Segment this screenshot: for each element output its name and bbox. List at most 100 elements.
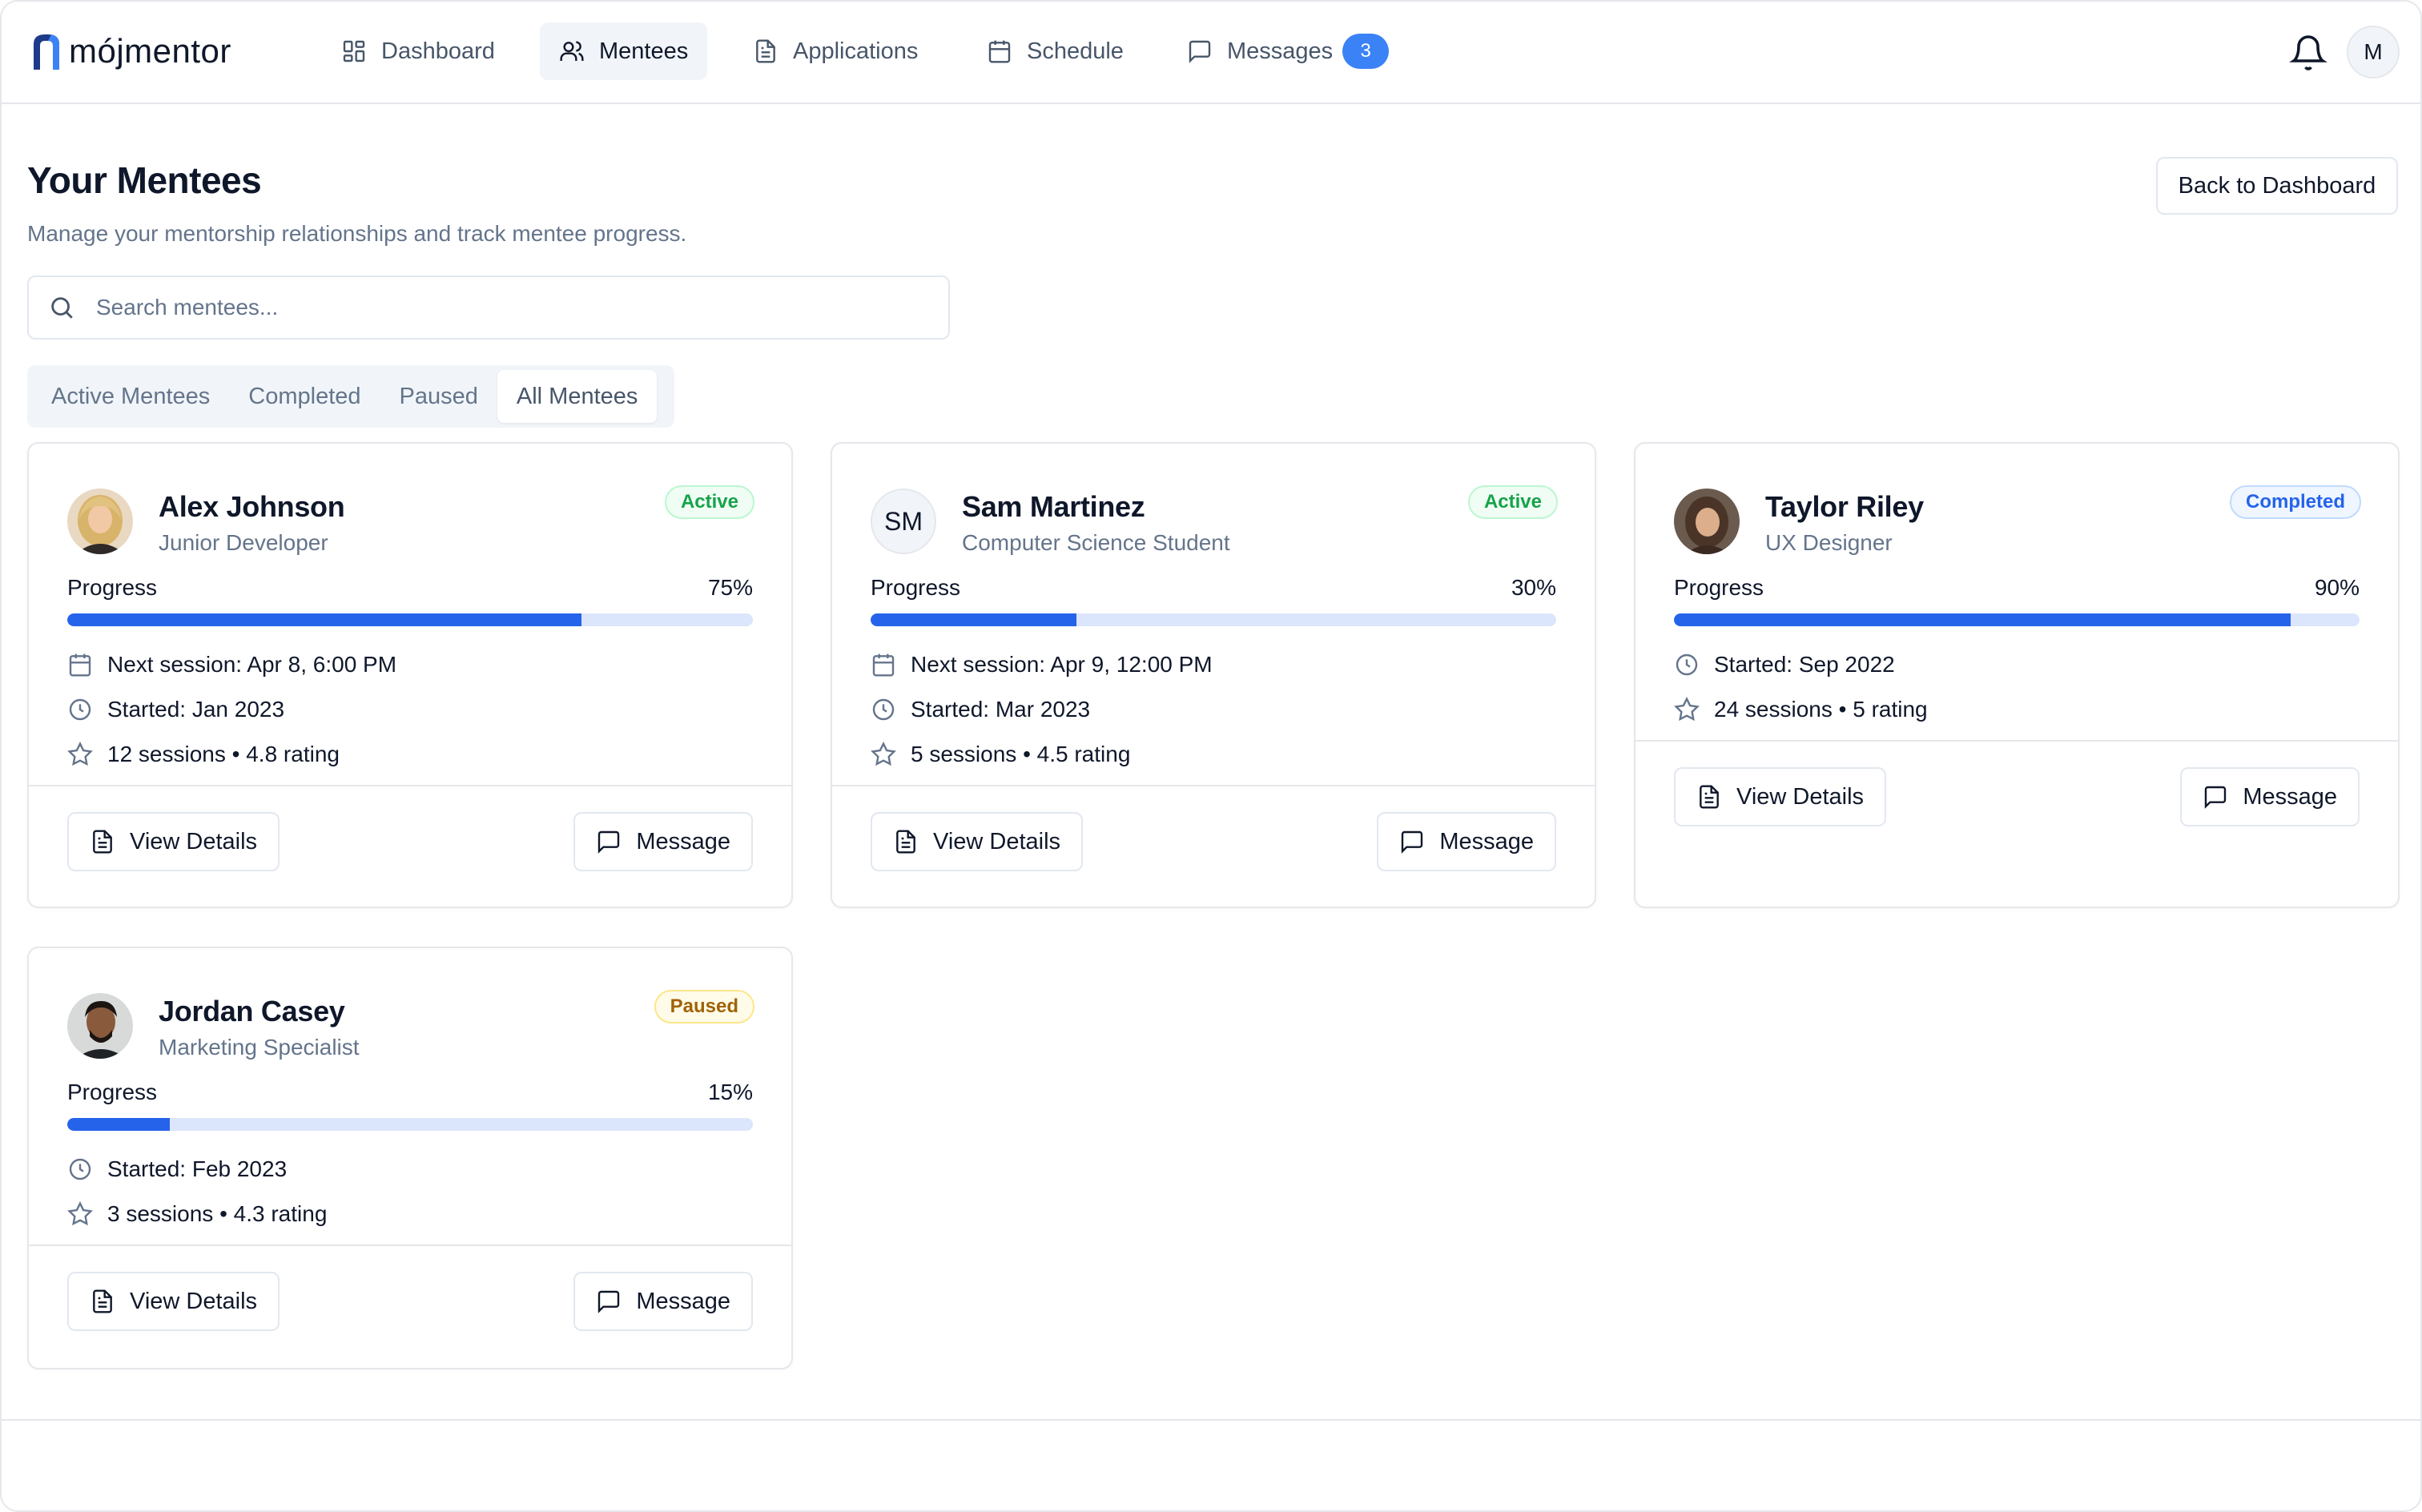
card-divider [29, 1245, 791, 1246]
message-label: Message [1439, 828, 1534, 855]
tab-all-mentees[interactable]: All Mentees [497, 370, 658, 423]
progress-row: Progress 90% [1674, 575, 2360, 601]
dashboard-icon [343, 40, 365, 62]
mentee-card: SM Sam Martinez Computer Science Student… [831, 442, 1596, 908]
brand-logo[interactable]: mójmentor [30, 29, 231, 74]
mentee-filter-tabs: Active Mentees Completed Paused All Ment… [27, 365, 674, 428]
next-session: Next session: Apr 9, 12:00 PM [871, 652, 1213, 678]
message-icon [598, 830, 620, 854]
next-session: Next session: Apr 8, 6:00 PM [67, 652, 396, 678]
view-details-button[interactable]: View Details [67, 812, 280, 871]
message-button[interactable]: Message [1377, 812, 1556, 871]
message-icon [1189, 40, 1211, 63]
nav-dashboard[interactable]: Dashboard [322, 22, 514, 80]
view-details-label: View Details [933, 828, 1061, 855]
back-to-dashboard-button[interactable]: Back to Dashboard [2156, 157, 2398, 215]
tab-active-mentees[interactable]: Active Mentees [32, 370, 229, 423]
progress-value: 30% [1511, 575, 1556, 600]
message-button[interactable]: Message [573, 1272, 753, 1331]
start-date: Started: Mar 2023 [871, 697, 1090, 722]
status-badge: Completed [2229, 485, 2361, 519]
next-session-text: Next session: Apr 8, 6:00 PM [107, 652, 397, 677]
nav-applications[interactable]: Applications [734, 22, 937, 80]
message-button[interactable]: Message [2180, 767, 2360, 826]
mentee-header: SM Sam Martinez Computer Science Student [871, 489, 1230, 556]
page-title: Your Mentees [27, 159, 262, 201]
tab-paused[interactable]: Paused [380, 370, 497, 423]
start-date: Started: Jan 2023 [67, 697, 284, 722]
mentee-header: Taylor Riley UX Designer [1674, 489, 1924, 556]
clock-icon [69, 698, 91, 721]
mentee-name: Alex Johnson [159, 490, 345, 523]
sessions-rating-text: 5 sessions • 4.5 rating [911, 742, 1131, 766]
footer-divider [2, 1419, 2420, 1421]
message-label: Message [636, 1288, 730, 1314]
unread-messages-badge: 3 [1342, 34, 1390, 69]
progress-bar [871, 613, 1556, 626]
clock-icon [69, 1158, 91, 1180]
message-button[interactable]: Message [573, 812, 753, 871]
sessions-rating-text: 3 sessions • 4.3 rating [107, 1201, 328, 1226]
start-date-text: Started: Jan 2023 [107, 697, 285, 722]
nav-label: Mentees [599, 38, 689, 64]
nav-label: Messages [1227, 38, 1334, 64]
document-icon [1700, 785, 1719, 809]
view-details-label: View Details [130, 1288, 258, 1314]
view-details-button[interactable]: View Details [871, 812, 1084, 871]
bell-icon[interactable] [2289, 34, 2327, 72]
view-details-button[interactable]: View Details [1674, 767, 1887, 826]
logo-mark-icon [34, 34, 59, 70]
progress-label: Progress [67, 1080, 158, 1104]
mentee-avatar [1674, 489, 1740, 554]
progress-label: Progress [871, 575, 961, 600]
sessions-rating-text: 12 sessions • 4.8 rating [107, 742, 340, 766]
progress-value: 90% [2314, 575, 2360, 600]
status-badge: Active [664, 485, 754, 519]
nav-mentees[interactable]: Mentees [540, 22, 708, 80]
brand-name: mójmentor [69, 32, 231, 70]
calendar-icon [69, 653, 91, 677]
nav-messages[interactable]: Messages 3 [1168, 22, 1408, 80]
nav-label: Dashboard [381, 38, 495, 64]
progress-label: Progress [67, 575, 158, 600]
clock-icon [872, 698, 895, 721]
document-icon [93, 830, 112, 854]
top-navigation-bar: mójmentor Dashboard Mentees Applications… [2, 2, 2420, 104]
calendar-icon [872, 653, 895, 677]
users-icon [560, 41, 584, 61]
progress-row: Progress 75% [67, 575, 753, 601]
progress-fill [871, 613, 1076, 626]
mentee-role: Junior Developer [159, 530, 328, 555]
mentee-name: Taylor Riley [1765, 490, 1924, 523]
calendar-icon [988, 40, 1011, 63]
progress-label: Progress [1674, 575, 1764, 600]
star-icon [67, 742, 93, 766]
progress-value: 15% [707, 1080, 753, 1104]
view-details-button[interactable]: View Details [67, 1272, 280, 1331]
star-icon [871, 742, 896, 766]
user-avatar[interactable]: M [2347, 26, 2400, 78]
tab-completed[interactable]: Completed [229, 370, 380, 423]
progress-row: Progress 15% [67, 1080, 753, 1105]
sessions-rating: 24 sessions • 5 rating [1674, 697, 1928, 722]
progress-bar [67, 613, 753, 626]
sessions-rating: 5 sessions • 4.5 rating [871, 742, 1130, 767]
document-icon [896, 830, 915, 854]
nav-label: Schedule [1027, 38, 1124, 64]
search-input[interactable] [96, 295, 897, 320]
mentee-card: Taylor Riley UX Designer Completed Progr… [1634, 442, 2400, 908]
start-date: Started: Sep 2022 [1674, 652, 1895, 678]
nav-schedule[interactable]: Schedule [968, 22, 1143, 80]
progress-row: Progress 30% [871, 575, 1556, 601]
sessions-rating: 12 sessions • 4.8 rating [67, 742, 340, 767]
document-icon [93, 1289, 112, 1313]
mentee-name: Jordan Casey [159, 995, 345, 1027]
progress-bar [1674, 613, 2360, 626]
message-icon [598, 1290, 620, 1313]
start-date-text: Started: Sep 2022 [1714, 652, 1895, 677]
next-session-text: Next session: Apr 9, 12:00 PM [911, 652, 1213, 677]
mentee-avatar [67, 489, 133, 554]
mentee-avatar: SM [871, 489, 936, 554]
nav-label: Applications [793, 38, 919, 64]
message-label: Message [2243, 783, 2337, 810]
